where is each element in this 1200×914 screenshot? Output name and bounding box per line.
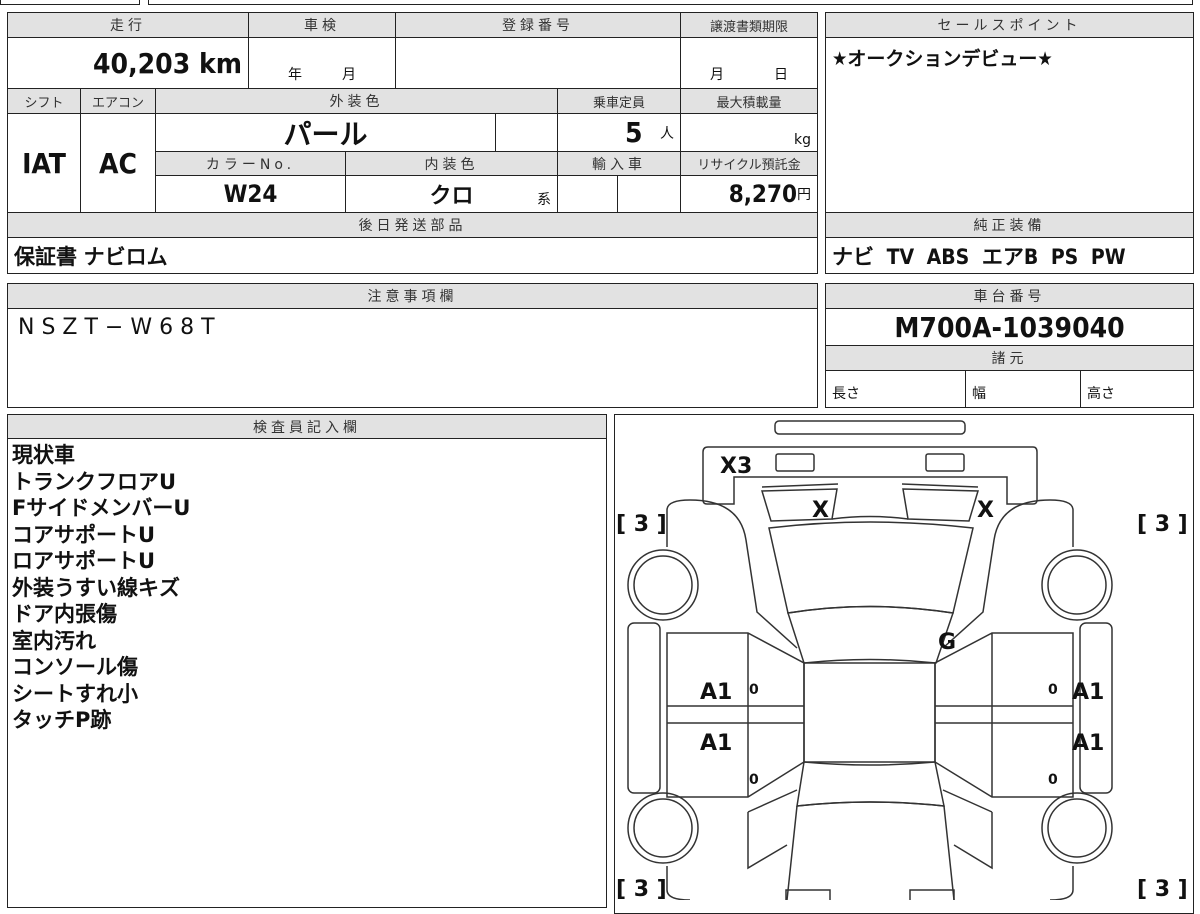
tire-rr-shape [1041, 792, 1113, 864]
mark-tire-fr: [ 3 ] [1137, 512, 1188, 537]
roof-front-shape [787, 605, 954, 664]
fog-lamp-right [925, 453, 965, 472]
rear-bar-shape [774, 420, 966, 435]
mark-door-rl: A1 [700, 731, 732, 756]
rear-bumper-shape [785, 889, 955, 900]
mark-small: 0 [1048, 772, 1058, 788]
front-bumper-shape [702, 446, 1038, 505]
mark-tire-fl: [ 3 ] [616, 512, 667, 537]
mark-tire-rr: [ 3 ] [1137, 877, 1188, 900]
cabin-shape [803, 662, 936, 763]
windshield-shape [768, 521, 974, 614]
rear-window-shape [786, 801, 955, 900]
tire-rl-shape [627, 792, 699, 864]
fog-lamp-left [775, 453, 815, 472]
tire-fl-shape [627, 549, 699, 621]
doors-left-shape [666, 632, 805, 798]
car-diagram: X3 X X G A1 A1 A1 A1 [ 3 ] [ 3 ] [ 3 ] [… [616, 420, 1188, 900]
headlight-right-shape [901, 483, 980, 522]
mark-small: 0 [1048, 682, 1058, 698]
rear-body-shape [666, 789, 1074, 900]
mark-small: 0 [749, 772, 759, 788]
mark-headlight-right: X [977, 498, 994, 523]
grille-line [831, 515, 909, 520]
tire-fr-shape [1041, 549, 1113, 621]
mark-roof: G [938, 630, 956, 655]
side-step-right [1079, 622, 1113, 794]
mark-headlight-left: X [812, 498, 829, 523]
mark-door-fl: A1 [700, 680, 732, 705]
mark-tire-rl: [ 3 ] [616, 877, 667, 900]
roof-rear-shape [796, 761, 945, 807]
side-step-left [627, 622, 661, 794]
mark-small: 0 [749, 682, 759, 698]
mark-front-bumper: X3 [720, 454, 752, 479]
mark-door-fr: A1 [1072, 680, 1104, 705]
mark-door-rr: A1 [1072, 731, 1104, 756]
